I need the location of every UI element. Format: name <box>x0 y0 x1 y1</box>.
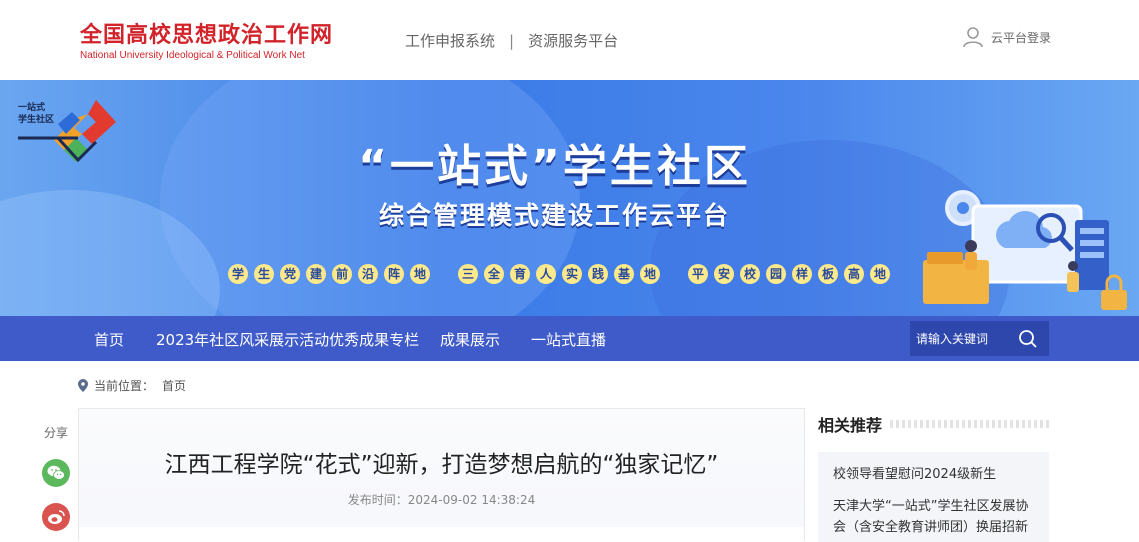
share-label: 分享 <box>43 426 68 440</box>
breadcrumb-label: 当前位置： <box>94 379 155 393</box>
logo-chinese-text: 全国高校思想政治工作网 <box>80 22 334 48</box>
slogan-char: 全 <box>484 264 504 284</box>
top-links: 工作申报系统 | 资源服务平台 <box>405 30 618 51</box>
slogan-group: 学 生 党 建 前 沿 阵 地 <box>228 264 436 284</box>
login-label: 云平台登录 <box>991 30 1052 45</box>
slogan-char: 人 <box>536 264 556 284</box>
slogan-char: 高 <box>844 264 864 284</box>
slogan-char: 基 <box>614 264 634 284</box>
slogan-char: 板 <box>818 264 838 284</box>
search-icon <box>1019 330 1037 348</box>
slogan-char: 校 <box>740 264 760 284</box>
article-title: 江西工程学院“花式”迎新，打造梦想启航的“独家记忆” <box>164 452 719 478</box>
nav-item-home[interactable]: 首页 <box>94 329 124 350</box>
slogan-char: 园 <box>766 264 786 284</box>
slogan-char: 三 <box>458 264 478 284</box>
search-button[interactable] <box>1018 329 1038 353</box>
publish-time: 2024-09-02 14:38:24 <box>407 493 536 507</box>
slogan-char: 育 <box>510 264 530 284</box>
cloud-platform-illustration <box>923 190 1127 310</box>
sidebar-divider <box>890 420 1049 428</box>
slogan-char: 样 <box>792 264 812 284</box>
recommendation-item[interactable]: 校领导看望慰问2024级新生 <box>833 464 1034 485</box>
nav-item-achievements[interactable]: 成果展示 <box>440 329 500 350</box>
sidebar-title: 相关推荐 <box>818 416 883 435</box>
recommendation-list: 校领导看望慰问2024级新生 天津大学“一站式”学生社区发展协会（含安全教育讲师… <box>818 452 1049 542</box>
location-pin-icon <box>78 379 88 392</box>
link-separator: | <box>509 32 515 50</box>
main-nav: 首页 2023年社区风采展示活动优秀成果专栏 成果展示 一站式直播 <box>0 316 1139 361</box>
article-meta: 发布时间：2024-09-02 14:38:24 <box>79 491 804 508</box>
article-panel: 江西工程学院“花式”迎新，打造梦想启航的“独家记忆” 发布时间：2024-09-… <box>78 408 805 542</box>
nav-item-2023-showcase[interactable]: 2023年社区风采展示活动优秀成果专栏 <box>156 329 419 350</box>
slogan-char: 前 <box>332 264 352 284</box>
breadcrumb-home-link[interactable]: 首页 <box>162 377 186 394</box>
slogan-group: 三 全 育 人 实 践 基 地 <box>458 264 666 284</box>
slogan-group: 平 安 校 园 样 板 高 地 <box>688 264 896 284</box>
breadcrumb: 当前位置： 首页 <box>78 377 186 394</box>
slogan-char: 践 <box>588 264 608 284</box>
weibo-icon <box>48 510 65 524</box>
slogan-char: 安 <box>714 264 734 284</box>
recommendation-item[interactable]: 天津大学“一站式”学生社区发展协会（含安全教育讲师团）换届招新 <box>833 496 1034 538</box>
slogan-char: 党 <box>280 264 300 284</box>
nav-item-live[interactable]: 一站式直播 <box>531 329 606 350</box>
slogan-char: 地 <box>410 264 430 284</box>
search-input[interactable] <box>910 321 1015 356</box>
slogan-char: 阵 <box>384 264 404 284</box>
slogan-char: 学 <box>228 264 248 284</box>
slogan-char: 生 <box>254 264 274 284</box>
logo-english-text: National University Ideological & Politi… <box>80 50 305 61</box>
user-icon <box>963 27 983 48</box>
slogan-char: 建 <box>306 264 326 284</box>
wechat-icon <box>47 465 65 480</box>
sidebar-header: 相关推荐 <box>818 408 1049 440</box>
cloud-login-button[interactable]: 云平台登录 <box>963 26 1051 48</box>
slogan-char: 地 <box>640 264 660 284</box>
slogan-char: 平 <box>688 264 708 284</box>
resource-service-link[interactable]: 资源服务平台 <box>528 32 618 50</box>
article-body-start <box>79 527 804 542</box>
banner-slogans: 学 生 党 建 前 沿 阵 地 三 全 育 人 实 践 基 地 平 安 校 园 … <box>228 264 918 284</box>
slogan-char: 实 <box>562 264 582 284</box>
search-box <box>910 321 1049 356</box>
site-header: 全国高校思想政治工作网 National University Ideologi… <box>0 0 1139 80</box>
share-wechat-button[interactable] <box>42 459 70 487</box>
share-weibo-button[interactable] <box>42 503 70 531</box>
slogan-char: 沿 <box>358 264 378 284</box>
share-panel: 分享 <box>38 424 74 531</box>
publish-time-label: 发布时间： <box>347 493 408 507</box>
related-recommendations: 相关推荐 校领导看望慰问2024级新生 天津大学“一站式”学生社区发展协会（含安… <box>818 408 1049 542</box>
slogan-char: 地 <box>870 264 890 284</box>
hero-banner: 一站式 学生社区 “一站式”学生社区 综合管理模式建设工作云平台 学 生 党 建… <box>0 80 1139 316</box>
site-logo[interactable]: 全国高校思想政治工作网 National University Ideologi… <box>80 22 350 61</box>
work-application-link[interactable]: 工作申报系统 <box>405 32 495 50</box>
